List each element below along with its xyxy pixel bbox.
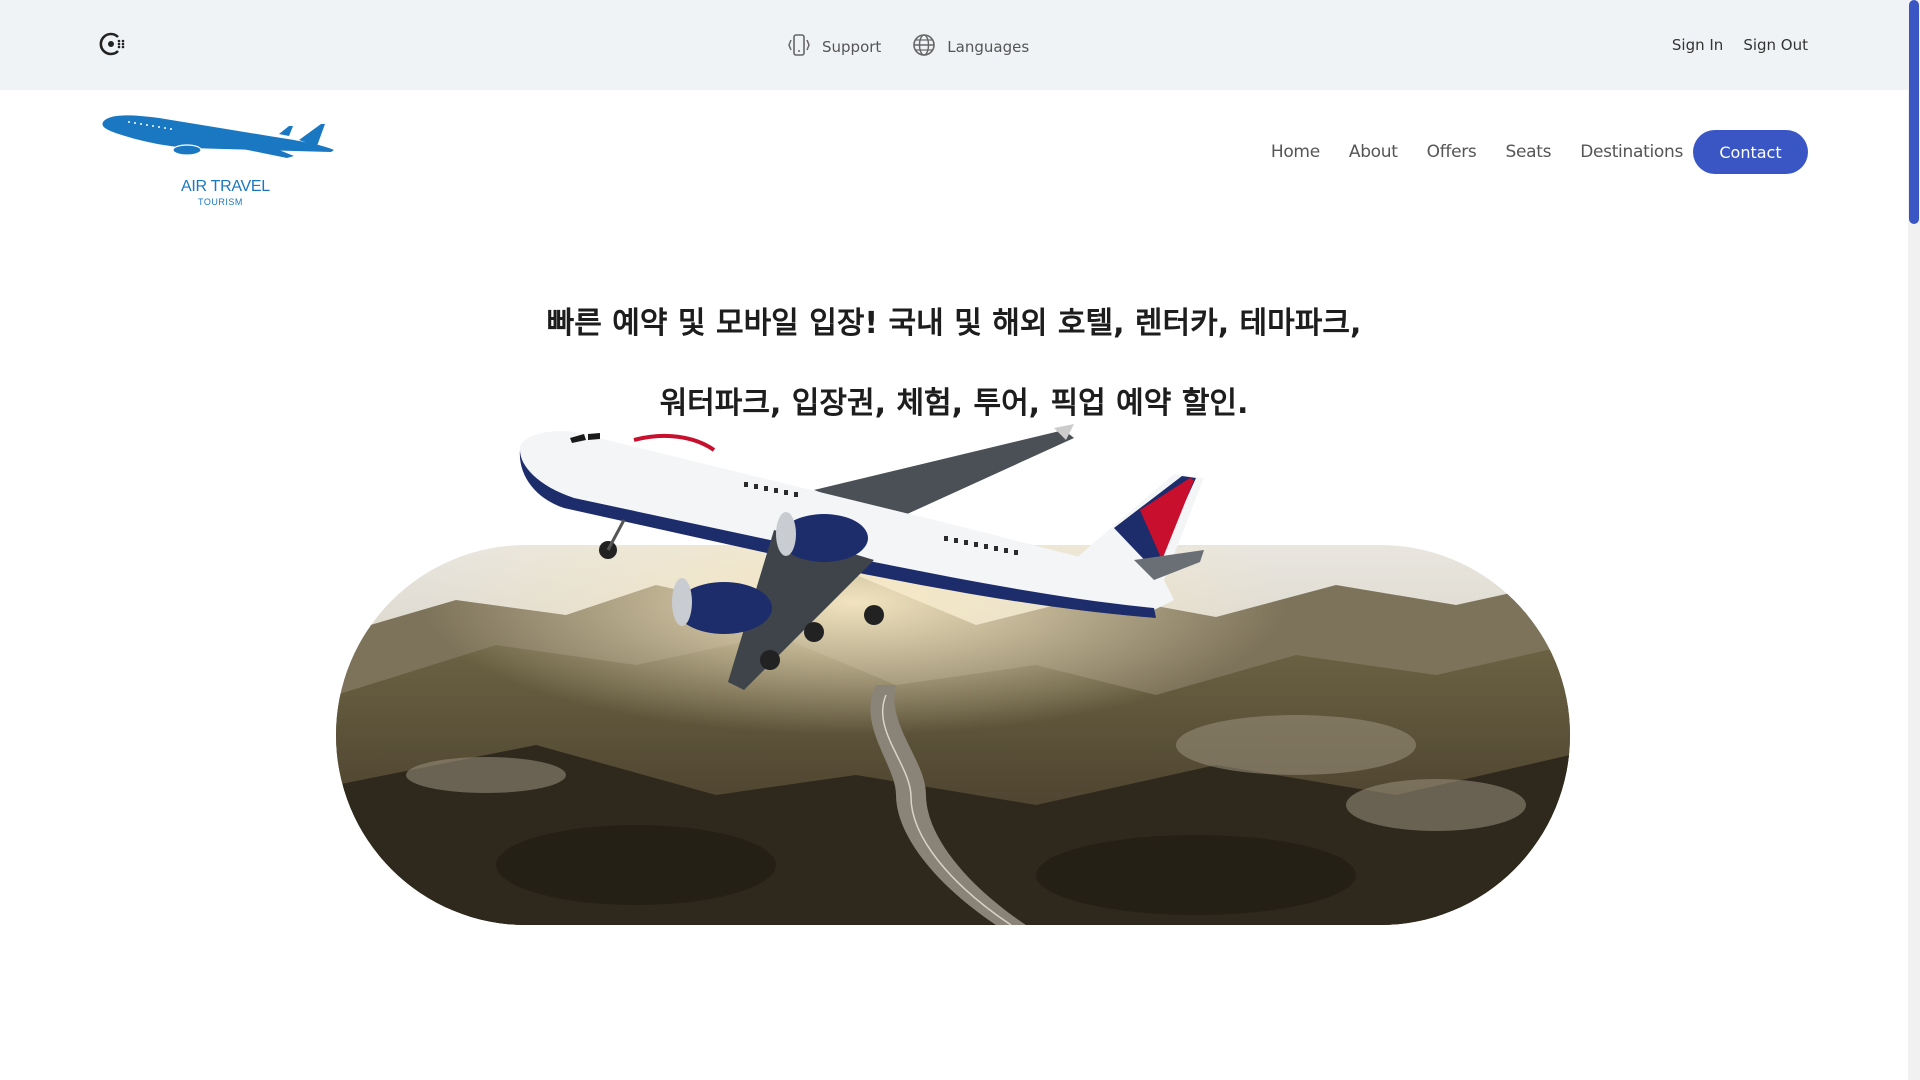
nav-item-seats[interactable]: Seats (1505, 142, 1551, 162)
support-link[interactable]: Support (786, 32, 881, 62)
sign-out-link[interactable]: Sign Out (1743, 36, 1808, 54)
auth-links: Sign In Sign Out (1672, 36, 1808, 54)
logo-title: AIR TRAVEL (181, 178, 270, 195)
nav-item-destinations[interactable]: Destinations (1580, 142, 1683, 162)
top-utility-bar: Support Languages Sign In Sign Out (0, 0, 1908, 90)
main-header: AIR TRAVEL TOURISM Home About Offers Sea… (0, 90, 1908, 220)
nav-item-offers[interactable]: Offers (1427, 142, 1477, 162)
contact-button[interactable]: Contact (1693, 130, 1808, 174)
phone-vibrate-icon (786, 32, 812, 62)
languages-label: Languages (947, 38, 1030, 56)
globe-icon (911, 32, 937, 62)
scrollbar-thumb[interactable] (1909, 0, 1919, 224)
page-scrollbar[interactable] (1908, 0, 1920, 1080)
airplane-logo-icon (102, 115, 335, 158)
site-logo[interactable]: AIR TRAVEL TOURISM (99, 100, 339, 207)
circle-dots-logo-icon[interactable] (99, 32, 127, 56)
nav-item-about[interactable]: About (1349, 142, 1398, 162)
languages-link[interactable]: Languages (911, 32, 1029, 62)
logo-subtitle: TOURISM (198, 197, 243, 207)
main-nav: Home About Offers Seats Destinations Con… (1271, 130, 1808, 174)
nav-item-home[interactable]: Home (1271, 142, 1320, 162)
support-label: Support (822, 38, 882, 56)
utility-links: Support Languages (786, 32, 1029, 62)
airplane-illustration (514, 410, 1204, 720)
sign-in-link[interactable]: Sign In (1672, 36, 1723, 54)
hero-heading-line-1: 빠른 예약 및 모바일 입장! 국내 및 해외 호텔, 렌터카, 테마파크, (546, 306, 1362, 341)
